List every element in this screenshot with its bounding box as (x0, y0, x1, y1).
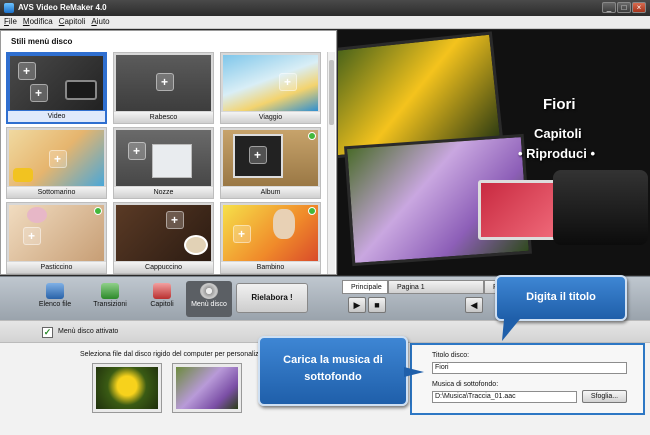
style-tile-label: Cappuccino (114, 262, 213, 273)
file-list-button[interactable]: Elenco file (30, 281, 80, 317)
title-bar: AVS Video ReMaker 4.0 _ □ × (0, 0, 650, 16)
style-tile-cappuccino[interactable]: Cappuccino (113, 202, 214, 274)
callout-load-music: Carica la musica di sottofondo (258, 336, 408, 406)
app-logo-icon (4, 3, 14, 13)
preview-item-play: • Riproduci • (518, 146, 595, 161)
menu-bar: File Modifica Capitoli Aiuto (0, 16, 650, 29)
disc-title-form: Titolo disco: Fiori Musica di sottofondo… (410, 343, 645, 415)
placeholder-icon (18, 62, 36, 80)
styles-grid: Video Rabesco Viaggio Sottomarino (6, 52, 326, 274)
browse-button[interactable]: Sfoglia... (582, 390, 627, 403)
disc-icon (200, 283, 218, 299)
tab-page-1[interactable]: Pagina 1 (388, 280, 484, 294)
menu-video-thumbnail[interactable] (172, 363, 242, 413)
style-tile-label: Album (221, 187, 320, 198)
style-tile-label: Bambino (221, 262, 320, 273)
style-tile-label: Rabesco (114, 112, 213, 123)
styles-scrollbar[interactable] (327, 52, 335, 274)
maximize-button[interactable]: □ (617, 2, 631, 13)
placeholder-icon (128, 142, 146, 160)
placeholder-icon (30, 84, 48, 102)
close-button[interactable]: × (632, 2, 646, 13)
arrow-left-icon: ◀ (470, 300, 478, 310)
style-tile-sottomarino[interactable]: Sottomarino (6, 127, 107, 199)
transitions-label: Transizioni (93, 301, 127, 308)
menu-enabled-checkbox[interactable]: ✓ (42, 327, 53, 338)
placeholder-icon (156, 73, 174, 91)
minimize-button[interactable]: _ (602, 2, 616, 13)
style-tile-label: Video (8, 111, 105, 122)
menu-edit[interactable]: Modifica (19, 16, 55, 26)
style-tile-label: Nozze (114, 187, 213, 198)
bunny-icon (273, 209, 295, 239)
style-tile-pasticcino[interactable]: Pasticcino (6, 202, 107, 274)
placeholder-icon (49, 150, 67, 168)
callout-type-title: Digita il titolo (495, 275, 627, 321)
disc-menu-label: Menù disco (191, 301, 227, 308)
chapters-label: Capitoli (150, 301, 174, 308)
cupcake-icon (27, 207, 47, 223)
placeholder-icon (233, 225, 251, 243)
menu-chapters[interactable]: Capitoli (55, 16, 88, 26)
placeholder-icon (249, 146, 267, 164)
scrollbar-thumb[interactable] (329, 60, 334, 125)
preview-item-chapters: Capitoli (534, 126, 582, 141)
rework-button[interactable]: Rielabora ! (236, 283, 308, 313)
music-path-input[interactable]: D:\Musica\Traccia_01.aac (432, 391, 577, 403)
menu-help[interactable]: Aiuto (87, 16, 111, 26)
panel-title: Stili menù disco (11, 37, 73, 46)
file-list-icon (46, 283, 64, 299)
select-files-hint: Seleziona file dal disco rigido del comp… (80, 351, 263, 358)
menu-enabled-label: Menù disco attivato (58, 328, 119, 335)
disc-menu-button[interactable]: Menù disco (186, 281, 232, 317)
placeholder-icon (279, 73, 297, 91)
submarine-icon (13, 168, 33, 182)
style-tile-label: Viaggio (221, 112, 320, 123)
style-tile-label: Sottomarino (7, 187, 106, 198)
badge-icon (94, 207, 102, 215)
style-tile-rabesco[interactable]: Rabesco (113, 52, 214, 124)
window-title: AVS Video ReMaker 4.0 (18, 3, 107, 12)
camera-icon (65, 80, 97, 100)
disc-title-label: Titolo disco: (432, 352, 470, 359)
placeholder-icon (166, 211, 184, 229)
camera-screen (478, 180, 560, 240)
menu-preview: Fiori Capitoli • Riproduci • (338, 30, 650, 275)
placeholder-icon (23, 227, 41, 245)
play-button[interactable]: ▶ (348, 297, 366, 313)
style-tile-viaggio[interactable]: Viaggio (220, 52, 321, 124)
previous-page-button[interactable]: ◀ (465, 297, 483, 313)
disc-menu-styles-panel: Stili menù disco Video Rabesco Viaggio (0, 30, 337, 275)
style-tile-video[interactable]: Video (6, 52, 107, 124)
chapters-button[interactable]: Capitoli (138, 281, 186, 317)
disc-title-input[interactable]: Fiori (432, 362, 627, 374)
menu-file[interactable]: File (0, 16, 19, 26)
transitions-icon (101, 283, 119, 299)
style-tile-album[interactable]: Album (220, 127, 321, 199)
style-tile-label: Pasticcino (7, 262, 106, 273)
callout-pointer (404, 367, 424, 377)
cup-icon (184, 235, 208, 255)
music-label: Musica di sottofondo: (432, 381, 499, 388)
chapters-icon (153, 283, 171, 299)
preview-title: Fiori (543, 96, 576, 113)
photo-frame (152, 144, 192, 178)
transitions-button[interactable]: Transizioni (85, 281, 135, 317)
stop-button[interactable]: ■ (368, 297, 386, 313)
style-tile-nozze[interactable]: Nozze (113, 127, 214, 199)
camcorder-icon (553, 170, 648, 245)
badge-icon (308, 132, 316, 140)
menu-background-thumbnail[interactable] (92, 363, 162, 413)
file-list-label: Elenco file (38, 301, 72, 308)
badge-icon (308, 207, 316, 215)
tab-main[interactable]: Principale (342, 280, 388, 294)
style-tile-bambino[interactable]: Bambino (220, 202, 321, 274)
